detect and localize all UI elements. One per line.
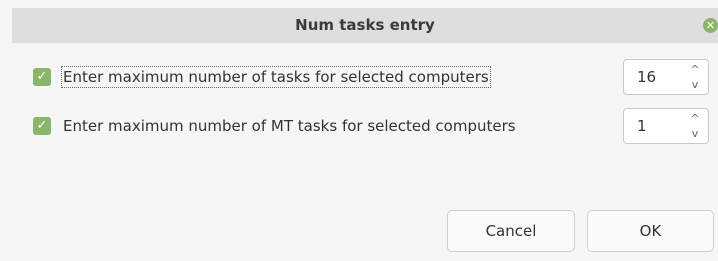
spin-down-icon[interactable]: v (688, 128, 702, 140)
dialog-titlebar: Num tasks entry ✕ (12, 8, 718, 43)
max-tasks-checkbox[interactable]: ✓ (33, 68, 51, 86)
spin-down-icon[interactable]: v (688, 79, 702, 91)
max-mt-tasks-row[interactable]: ✓ Enter maximum number of MT tasks for s… (33, 111, 516, 141)
max-mt-tasks-spinbox[interactable]: 1 ^ v (623, 108, 709, 144)
ok-button[interactable]: OK (587, 210, 714, 252)
dialog-title: Num tasks entry (295, 16, 435, 34)
spin-up-icon[interactable]: ^ (688, 113, 702, 125)
max-mt-tasks-value[interactable]: 1 (637, 109, 647, 143)
cancel-button[interactable]: Cancel (447, 210, 575, 252)
spin-up-icon[interactable]: ^ (688, 64, 702, 76)
close-icon[interactable]: ✕ (703, 18, 718, 33)
max-tasks-value[interactable]: 16 (637, 60, 656, 94)
max-mt-tasks-label: Enter maximum number of MT tasks for sel… (63, 117, 516, 135)
max-tasks-label: Enter maximum number of tasks for select… (61, 66, 491, 88)
max-tasks-spinbox[interactable]: 16 ^ v (623, 59, 709, 95)
dialog-content: ✓ Enter maximum number of tasks for sele… (12, 43, 718, 261)
max-mt-tasks-checkbox[interactable]: ✓ (33, 117, 51, 135)
max-tasks-row[interactable]: ✓ Enter maximum number of tasks for sele… (33, 62, 491, 92)
